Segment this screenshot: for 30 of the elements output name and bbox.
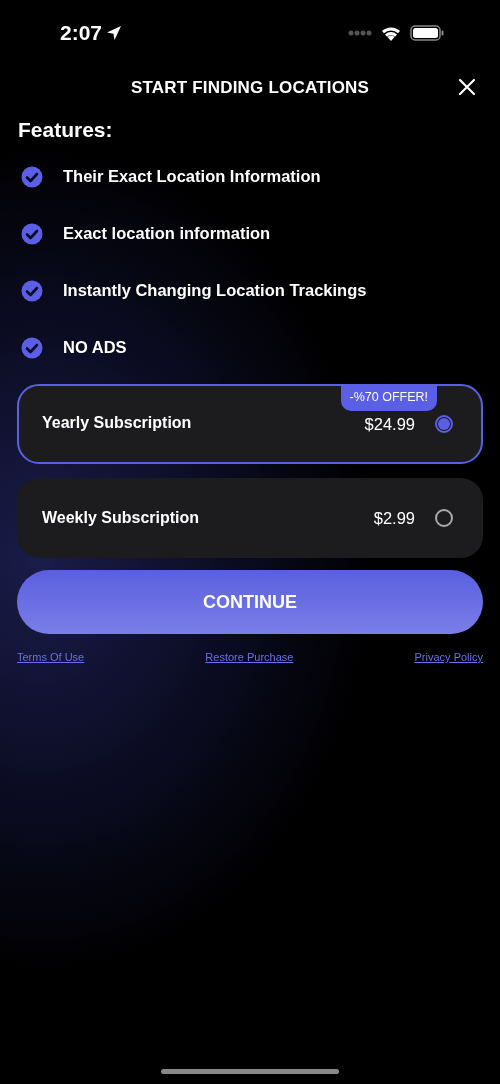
wifi-icon (380, 25, 402, 41)
close-button[interactable] (456, 76, 478, 98)
battery-icon (410, 25, 444, 41)
continue-button[interactable]: CONTINUE (17, 570, 483, 634)
radio-button[interactable] (435, 415, 453, 433)
status-time: 2:07 (60, 21, 103, 45)
plan-price: $2.99 (373, 508, 415, 528)
check-circle-icon (21, 279, 43, 302)
features-heading: Features: (18, 118, 114, 142)
plan-name: Yearly Subscription (42, 414, 193, 432)
offer-badge: -%70 OFFER! (340, 384, 437, 411)
location-arrow-icon (106, 25, 123, 41)
feature-text: Their Exact Location Information (63, 167, 321, 186)
feature-text: Exact location information (63, 224, 271, 243)
footer-link[interactable]: Terms Of Use (17, 651, 85, 663)
close-icon (458, 78, 476, 96)
feature-text: Instantly Changing Location Trackings (63, 281, 367, 300)
feature-text: NO ADS (63, 338, 127, 357)
radio-button[interactable] (435, 509, 453, 527)
check-circle-icon (21, 222, 43, 245)
plan-card[interactable]: Weekly Subscription $2.99 (17, 478, 483, 558)
plan-name: Weekly Subscription (42, 509, 201, 527)
plan-price: $24.99 (364, 414, 415, 434)
signal-dots-icon (348, 30, 372, 36)
check-circle-icon (21, 336, 43, 359)
footer-link[interactable]: Restore Purchase (205, 651, 294, 663)
footer-link[interactable]: Privacy Policy (414, 651, 483, 663)
check-circle-icon (21, 165, 43, 188)
screen-title: START FINDING LOCATIONS (130, 78, 370, 98)
plan-card[interactable]: -%70 OFFER! Yearly Subscription $24.99 (17, 384, 483, 464)
